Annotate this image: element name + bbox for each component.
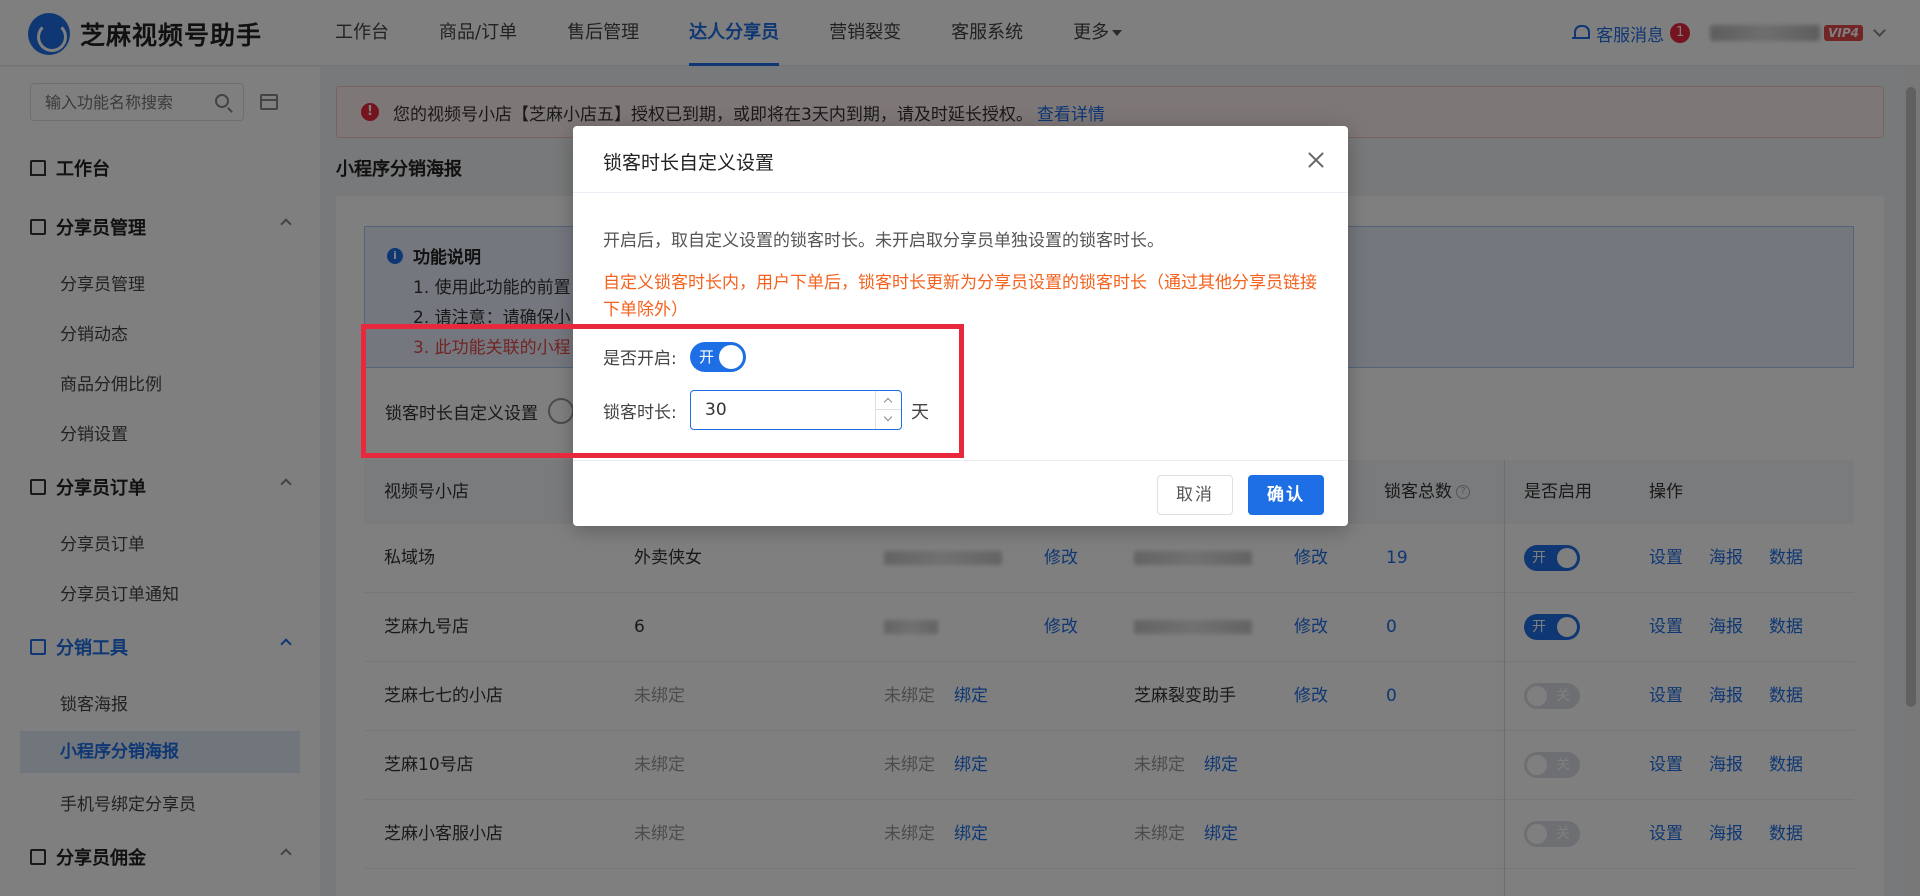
dialog-warning: 自定义锁客时长内，用户下单后，锁客时长更新为分享员设置的锁客时长（通过其他分享员… (603, 273, 1317, 320)
dialog-header: 锁客时长自定义设置 (573, 126, 1348, 193)
close-icon[interactable] (1306, 150, 1326, 170)
cancel-button[interactable]: 取消 (1157, 475, 1233, 515)
dialog-description: 开启后，取自定义设置的锁客时长。未开启取分享员单独设置的锁客时长。 (603, 231, 1164, 251)
confirm-button[interactable]: 确认 (1248, 475, 1324, 515)
annotation-highlight-box (361, 324, 964, 458)
dialog-title: 锁客时长自定义设置 (603, 152, 775, 174)
dialog-footer: 取消 确认 (573, 460, 1348, 526)
